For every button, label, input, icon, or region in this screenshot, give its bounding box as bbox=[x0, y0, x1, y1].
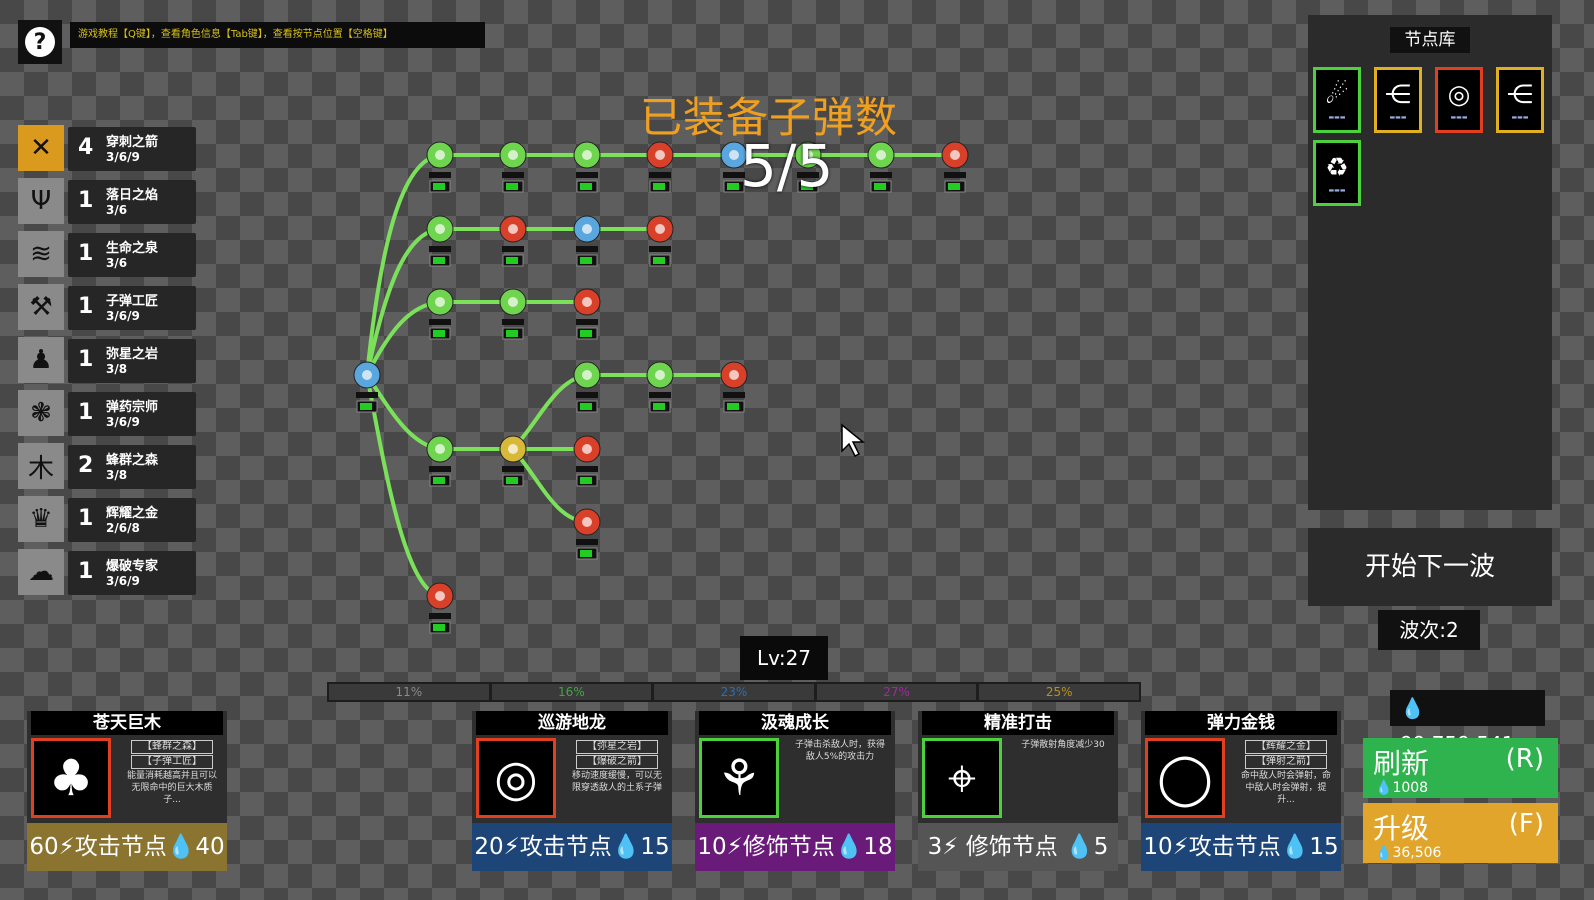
shop-card[interactable]: 苍天巨木 ♣ 【蜂群之森】 【子弹工匠】能量消耗越高并且可以无限命中的巨大木质子.… bbox=[27, 711, 227, 871]
bullet-node[interactable] bbox=[426, 215, 454, 267]
library-node[interactable]: ◎ ▬▬▬ bbox=[1435, 67, 1483, 133]
card-name: 弹力金钱 bbox=[1145, 711, 1337, 735]
xp-segment: 27% bbox=[816, 684, 977, 700]
upgrade-key: (F) bbox=[1508, 809, 1544, 839]
wave-counter: 波次:2 bbox=[1378, 610, 1480, 650]
card-tag: 【弹射之箭】 bbox=[1245, 755, 1327, 769]
shop-card[interactable]: 巡游地龙 ◎ 【弥星之岩】 【爆破之箭】 移动速度缓慢，可以无限穿透敌人的土系子弹 … bbox=[472, 711, 672, 871]
xp-bar: 11% 16% 23% 27% 25% bbox=[327, 682, 1141, 702]
bullet-node[interactable] bbox=[646, 141, 674, 193]
card-name: 汲魂成长 bbox=[699, 711, 891, 735]
library-node[interactable]: ⋲ ▬▬▬ bbox=[1374, 67, 1422, 133]
card-name: 精准打击 bbox=[922, 711, 1114, 735]
refresh-key: (R) bbox=[1505, 744, 1544, 774]
node-library-panel: 节点库 ☄ ▬▬▬ ⋲ ▬▬▬ ◎ ▬▬▬ ⋲ ▬▬▬ ♻ ▬▬▬ bbox=[1308, 15, 1552, 510]
card-icon: ⚘ bbox=[699, 738, 779, 818]
xp-segment: 25% bbox=[979, 684, 1139, 700]
upgrade-button[interactable]: 升级 (F) 💧36,506 bbox=[1363, 803, 1558, 863]
card-tag: 【蜂群之森】 bbox=[131, 740, 213, 754]
shop-card[interactable]: 精准打击 ⌖ 子弹散射角度减少30 3⚡ 修饰节点 💧5 bbox=[918, 711, 1118, 871]
upgrade-cost-value: 36,506 bbox=[1392, 845, 1442, 861]
card-icon: ◯ bbox=[1145, 738, 1225, 818]
card-description: 命中敌人时会弹射，命中敌人时会弹射，提升... bbox=[1240, 771, 1331, 805]
refresh-cost-value: 1008 bbox=[1392, 780, 1429, 796]
upgrade-cost: 💧36,506 bbox=[1375, 845, 1442, 861]
card-tag: 【子弹工匠】 bbox=[131, 755, 213, 769]
card-description: 移动速度缓慢，可以无限穿透敌人的土系子弹 bbox=[571, 771, 662, 793]
card-description: 子弹击杀敌人时，获得敌人5%的攻击力 bbox=[794, 740, 885, 762]
card-cost: 10⚡修饰节点💧18 bbox=[695, 823, 895, 871]
bullet-node[interactable] bbox=[941, 141, 969, 193]
refresh-cost: 💧1008 bbox=[1375, 780, 1429, 796]
bullet-node[interactable] bbox=[573, 508, 601, 560]
card-cost: 60⚡攻击节点💧40 bbox=[27, 823, 227, 871]
bullet-node[interactable] bbox=[426, 435, 454, 487]
xp-segment: 16% bbox=[491, 684, 652, 700]
card-tag: 【爆破之箭】 bbox=[576, 755, 658, 769]
bullet-node[interactable] bbox=[573, 361, 601, 413]
refresh-label: 刷新 bbox=[1373, 747, 1430, 780]
card-description: 子弹散射角度减少30 bbox=[1021, 740, 1105, 750]
node-library-title: 节点库 bbox=[1390, 27, 1470, 53]
bullet-node[interactable] bbox=[573, 141, 601, 193]
library-node[interactable]: ☄ ▬▬▬ bbox=[1313, 67, 1361, 133]
card-cost: 10⚡攻击节点💧15 bbox=[1141, 823, 1341, 871]
bullet-node[interactable] bbox=[720, 361, 748, 413]
bullet-node[interactable] bbox=[499, 215, 527, 267]
library-node-icon: ⋲ bbox=[1385, 79, 1411, 110]
library-node-icon: ☄ bbox=[1325, 79, 1349, 110]
bullet-node[interactable] bbox=[426, 288, 454, 340]
card-icon: ◎ bbox=[476, 738, 556, 818]
xp-segment: 23% bbox=[654, 684, 814, 700]
bullet-node[interactable] bbox=[499, 141, 527, 193]
library-node[interactable]: ⋲ ▬▬▬ bbox=[1496, 67, 1544, 133]
bullet-node[interactable] bbox=[573, 215, 601, 267]
bullet-node[interactable] bbox=[646, 361, 674, 413]
next-wave-button[interactable]: 开始下一波 bbox=[1308, 528, 1552, 606]
card-tag: 【弥星之岩】 bbox=[576, 740, 658, 754]
drop-icon: 💧 bbox=[1400, 696, 1425, 720]
bullet-node[interactable] bbox=[426, 582, 454, 634]
mouse-cursor-icon bbox=[840, 423, 870, 463]
library-node-icon: ♻ bbox=[1325, 152, 1349, 183]
card-cost: 20⚡攻击节点💧15 bbox=[472, 823, 672, 871]
card-cost: 3⚡ 修饰节点 💧5 bbox=[918, 823, 1118, 871]
bullet-node[interactable] bbox=[867, 141, 895, 193]
equipped-bullets-count: 5/5 bbox=[740, 132, 834, 200]
currency-display: 💧 99,759,541 bbox=[1390, 690, 1545, 756]
bullet-node[interactable] bbox=[573, 288, 601, 340]
xp-segment: 11% bbox=[329, 684, 489, 700]
upgrade-label: 升级 bbox=[1373, 812, 1430, 845]
library-node[interactable]: ♻ ▬▬▬ bbox=[1313, 140, 1361, 206]
shop-card[interactable]: 弹力金钱 ◯ 【辉耀之金】 【弹射之箭】命中敌人时会弹射，命中敌人时会弹射，提升.… bbox=[1141, 711, 1341, 871]
card-name: 巡游地龙 bbox=[476, 711, 668, 735]
card-name: 苍天巨木 bbox=[31, 711, 223, 735]
bullet-node[interactable] bbox=[573, 435, 601, 487]
card-icon: ♣ bbox=[31, 738, 111, 818]
bullet-node[interactable] bbox=[426, 141, 454, 193]
library-node-icon: ◎ bbox=[1447, 79, 1471, 110]
card-tag: 【辉耀之金】 bbox=[1245, 740, 1327, 754]
refresh-button[interactable]: 刷新 (R) 💧1008 bbox=[1363, 738, 1558, 798]
player-level: Lv:27 bbox=[740, 636, 828, 680]
card-icon: ⌖ bbox=[922, 738, 1002, 818]
card-description: 能量消耗越高并且可以无限命中的巨大木质子... bbox=[126, 771, 217, 805]
bullet-node[interactable] bbox=[646, 215, 674, 267]
shop-card[interactable]: 汲魂成长 ⚘ 子弹击杀敌人时，获得敌人5%的攻击力 10⚡修饰节点💧18 bbox=[695, 711, 895, 871]
library-node-icon: ⋲ bbox=[1507, 79, 1533, 110]
bullet-node[interactable] bbox=[499, 288, 527, 340]
